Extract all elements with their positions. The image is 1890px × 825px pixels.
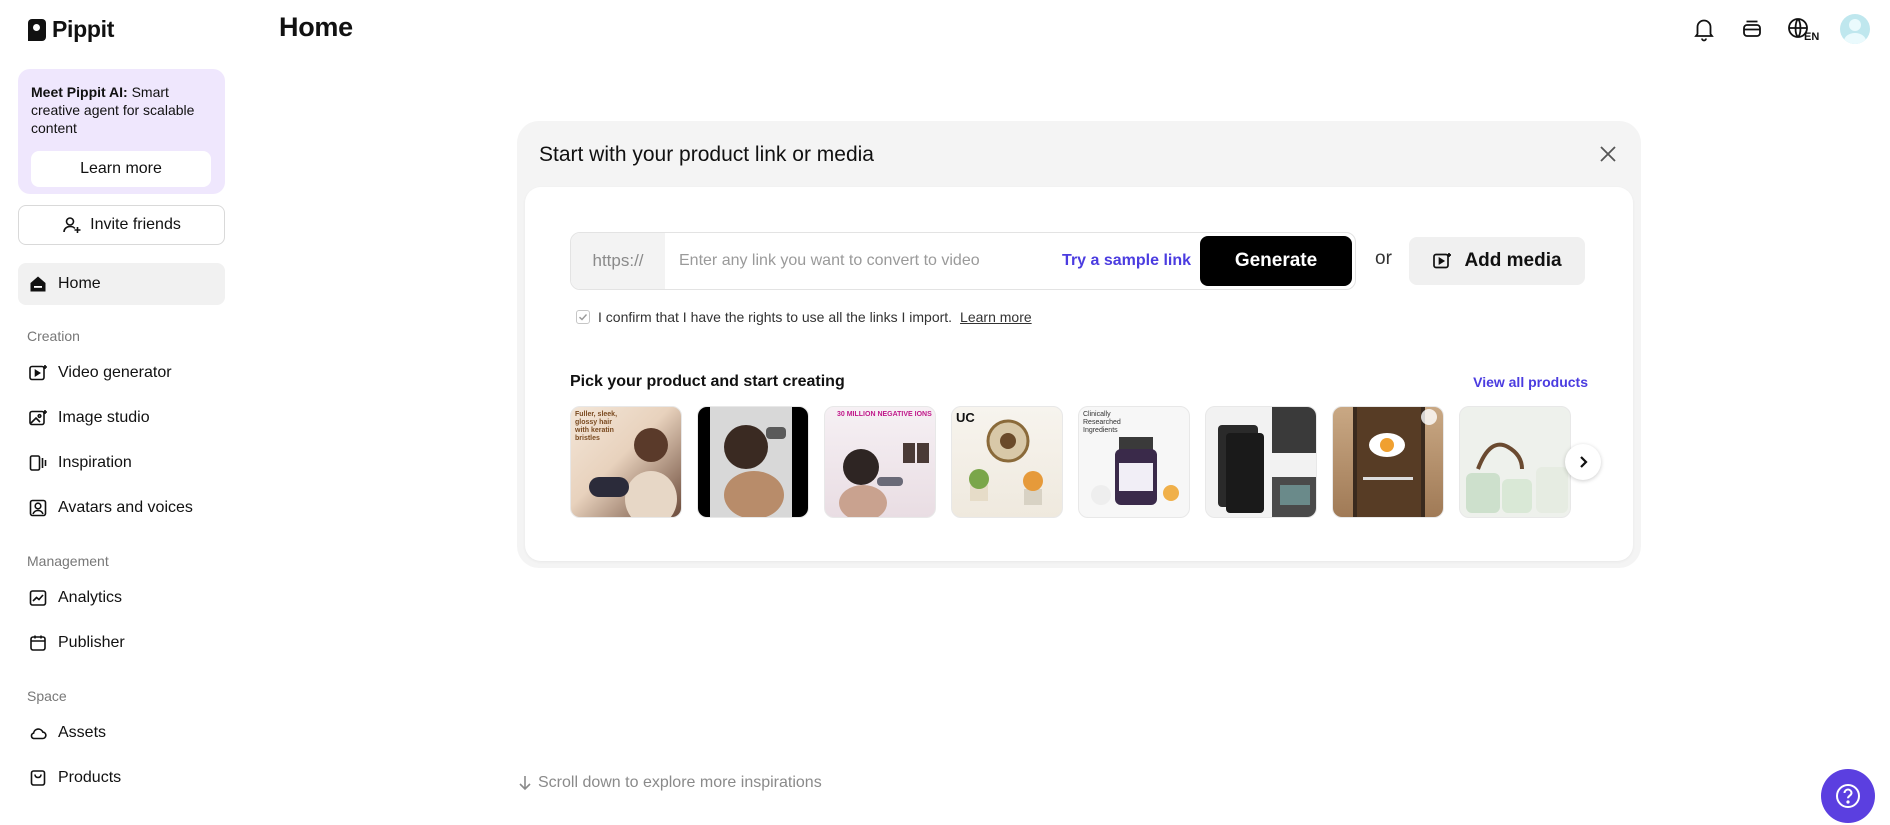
- card-title: Start with your product link or media: [539, 143, 874, 166]
- rights-checkbox[interactable]: [576, 310, 590, 324]
- confirm-learn-more-link[interactable]: Learn more: [960, 309, 1032, 325]
- product-thumbnail[interactable]: UC: [951, 406, 1063, 518]
- sidebar-item-label: Home: [58, 275, 101, 292]
- promo-title: Meet Pippit AI:: [31, 84, 128, 100]
- product-thumbnail[interactable]: [1205, 406, 1317, 518]
- product-thumbnail[interactable]: 30 MILLION NEGATIVE IONS: [824, 406, 936, 518]
- sidebar-item-label: Analytics: [58, 589, 123, 606]
- product-thumbnail[interactable]: Clinically Researched Ingredients: [1078, 406, 1190, 518]
- product-thumbnail[interactable]: Fuller, sleek, glossy hair with keratin …: [570, 406, 682, 518]
- ceramic-mugs-image: [1466, 442, 1568, 513]
- sidebar-item-assets[interactable]: Assets: [18, 712, 225, 754]
- product-thumbnail[interactable]: [1459, 406, 1571, 518]
- sidebar-item-image-studio[interactable]: Image studio: [18, 397, 225, 439]
- add-media-icon: [1432, 251, 1452, 271]
- product-bag-icon: [28, 768, 48, 788]
- section-management: Management: [27, 553, 109, 569]
- arrow-down-icon: [518, 775, 532, 791]
- start-card: Start with your product link or media ht…: [517, 121, 1641, 568]
- link-input[interactable]: [665, 252, 1063, 270]
- sidebar-item-video-generator[interactable]: Video generator: [18, 352, 225, 394]
- sidebar-item-label: Publisher: [58, 634, 125, 651]
- sidebar-item-home[interactable]: Home: [18, 263, 225, 305]
- link-input-group: https:// Try a sample link Generate: [570, 232, 1356, 290]
- sidebar-item-analytics[interactable]: Analytics: [18, 577, 225, 619]
- hair-dryer-model-image: [710, 407, 792, 517]
- app-logo[interactable]: Pippit: [28, 16, 114, 43]
- cloud-icon: [28, 723, 48, 743]
- product-thumbnail[interactable]: [1332, 406, 1444, 518]
- sidebar-item-label: Assets: [58, 724, 107, 741]
- link-prefix: https://: [571, 233, 665, 289]
- calendar-icon: [28, 633, 48, 653]
- bell-icon[interactable]: [1690, 15, 1718, 43]
- analytics-icon: [28, 588, 48, 608]
- sidebar-item-label: Products: [58, 769, 122, 786]
- sidebar-item-products[interactable]: Products: [18, 757, 225, 799]
- try-sample-link[interactable]: Try a sample link: [1062, 252, 1191, 270]
- invite-friends-label: Invite friends: [90, 216, 181, 233]
- globe-language-icon[interactable]: EN: [1786, 15, 1820, 43]
- section-creation: Creation: [27, 328, 80, 344]
- sidebar-item-publisher[interactable]: Publisher: [18, 622, 225, 664]
- avatar-voice-icon: [28, 498, 48, 518]
- invite-friends-button[interactable]: Invite friends: [18, 205, 225, 245]
- scroll-hint: Scroll down to explore more inspirations: [518, 774, 822, 792]
- carousel-next-button[interactable]: [1565, 444, 1601, 480]
- product-carousel: Fuller, sleek, glossy hair with keratin …: [570, 406, 1586, 518]
- home-icon: [28, 274, 48, 294]
- home-decor-image: [969, 419, 1043, 505]
- sidebar-item-label: Image studio: [58, 409, 150, 426]
- stack-icon[interactable]: [1738, 15, 1766, 43]
- or-separator: or: [1375, 248, 1392, 269]
- supplement-bottle-image: [1091, 437, 1179, 505]
- page-title: Home: [279, 12, 353, 42]
- generate-button[interactable]: Generate: [1200, 236, 1352, 286]
- add-user-icon: [62, 215, 82, 235]
- question-icon: [1834, 782, 1862, 810]
- sidebar-item-label: Inspiration: [58, 454, 132, 471]
- add-media-label: Add media: [1464, 250, 1562, 271]
- rights-confirmation: I confirm that I have the rights to use …: [576, 309, 1032, 325]
- link-panel: https:// Try a sample link Generate or A…: [525, 187, 1633, 561]
- close-icon[interactable]: [1597, 143, 1619, 165]
- promo-card: Meet Pippit AI: Smart creative agent for…: [18, 69, 225, 194]
- pick-product-title: Pick your product and start creating: [570, 373, 845, 390]
- avatar[interactable]: [1840, 14, 1870, 44]
- inspiration-icon: [28, 453, 48, 473]
- add-media-button[interactable]: Add media: [1409, 237, 1585, 285]
- learn-more-button[interactable]: Learn more: [31, 151, 211, 187]
- app-name: Pippit: [52, 16, 115, 42]
- section-space: Space: [27, 688, 67, 704]
- video-generator-icon: [28, 363, 48, 383]
- product-thumbnail[interactable]: [697, 406, 809, 518]
- sidebar-item-avatars-and-voices[interactable]: Avatars and voices: [18, 487, 225, 529]
- scroll-hint-text: Scroll down to explore more inspirations: [538, 774, 822, 791]
- tablet-case-image: [1218, 407, 1316, 517]
- pippit-logo-icon: [28, 18, 46, 41]
- language-code: EN: [1804, 31, 1819, 42]
- chevron-right-icon: [1573, 452, 1593, 472]
- image-studio-icon: [28, 408, 48, 428]
- hair-dryer-product-image: [839, 443, 929, 517]
- hair-model-image: [589, 428, 677, 517]
- promo-text: Meet Pippit AI: Smart creative agent for…: [31, 83, 212, 137]
- sidebar: Pippit Meet Pippit AI: Smart creative ag…: [0, 0, 240, 825]
- view-all-products-link[interactable]: View all products: [1473, 374, 1588, 390]
- table-runner-image: [1353, 407, 1437, 517]
- header-actions: EN: [1690, 14, 1870, 44]
- sidebar-item-label: Avatars and voices: [58, 499, 193, 516]
- confirm-text: I confirm that I have the rights to use …: [598, 309, 953, 325]
- sidebar-item-inspiration[interactable]: Inspiration: [18, 442, 225, 484]
- sidebar-item-label: Video generator: [58, 364, 172, 381]
- help-button[interactable]: [1821, 769, 1875, 823]
